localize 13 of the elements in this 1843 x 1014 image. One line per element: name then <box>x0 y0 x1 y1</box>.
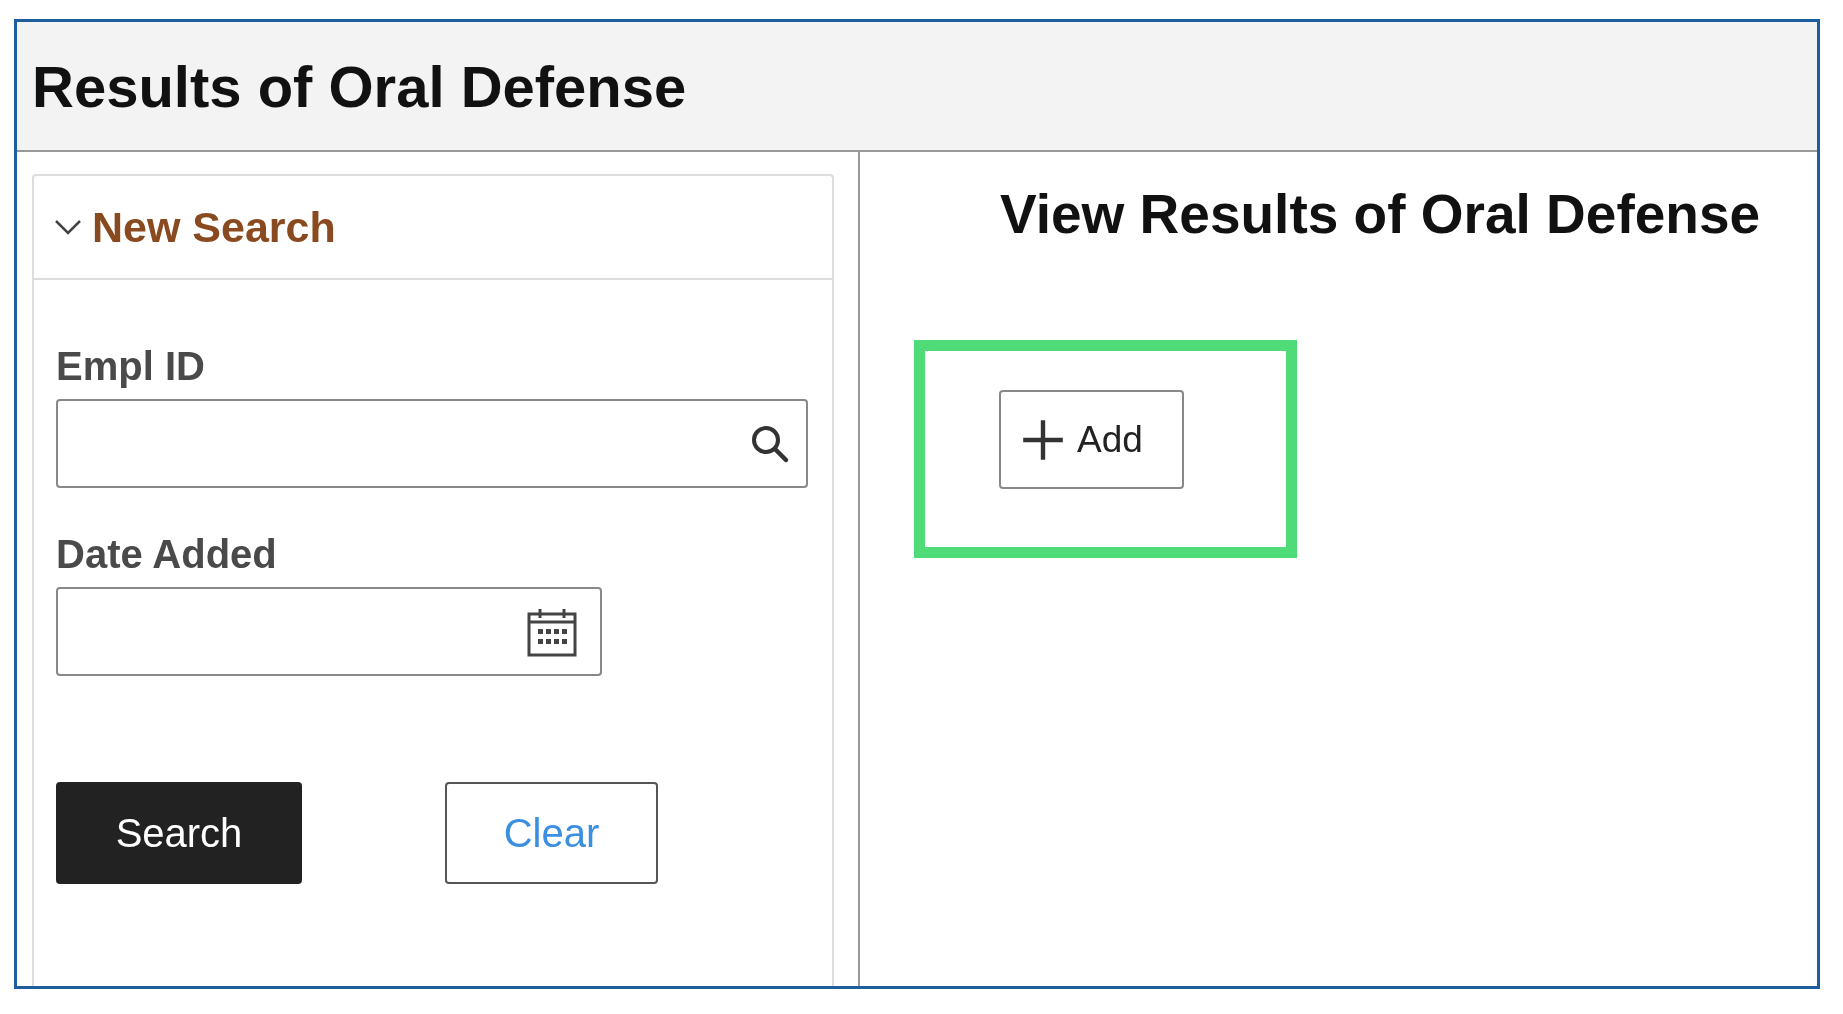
calendar-icon[interactable] <box>526 606 578 657</box>
search-button[interactable]: Search <box>56 782 302 884</box>
chevron-down-icon[interactable] <box>54 219 82 235</box>
page-title: Results of Oral Defense <box>32 52 687 120</box>
section-title: View Results of Oral Defense <box>1000 182 1762 246</box>
field-label: Empl ID <box>56 344 206 389</box>
field-label: Date Added <box>56 532 278 577</box>
panel-heading[interactable]: New Search <box>92 202 336 252</box>
input-field[interactable] <box>56 587 602 676</box>
add-button[interactable]: Add <box>999 390 1184 489</box>
input-field[interactable] <box>56 399 808 488</box>
plus-icon <box>1021 417 1065 462</box>
search-icon[interactable] <box>750 423 790 464</box>
